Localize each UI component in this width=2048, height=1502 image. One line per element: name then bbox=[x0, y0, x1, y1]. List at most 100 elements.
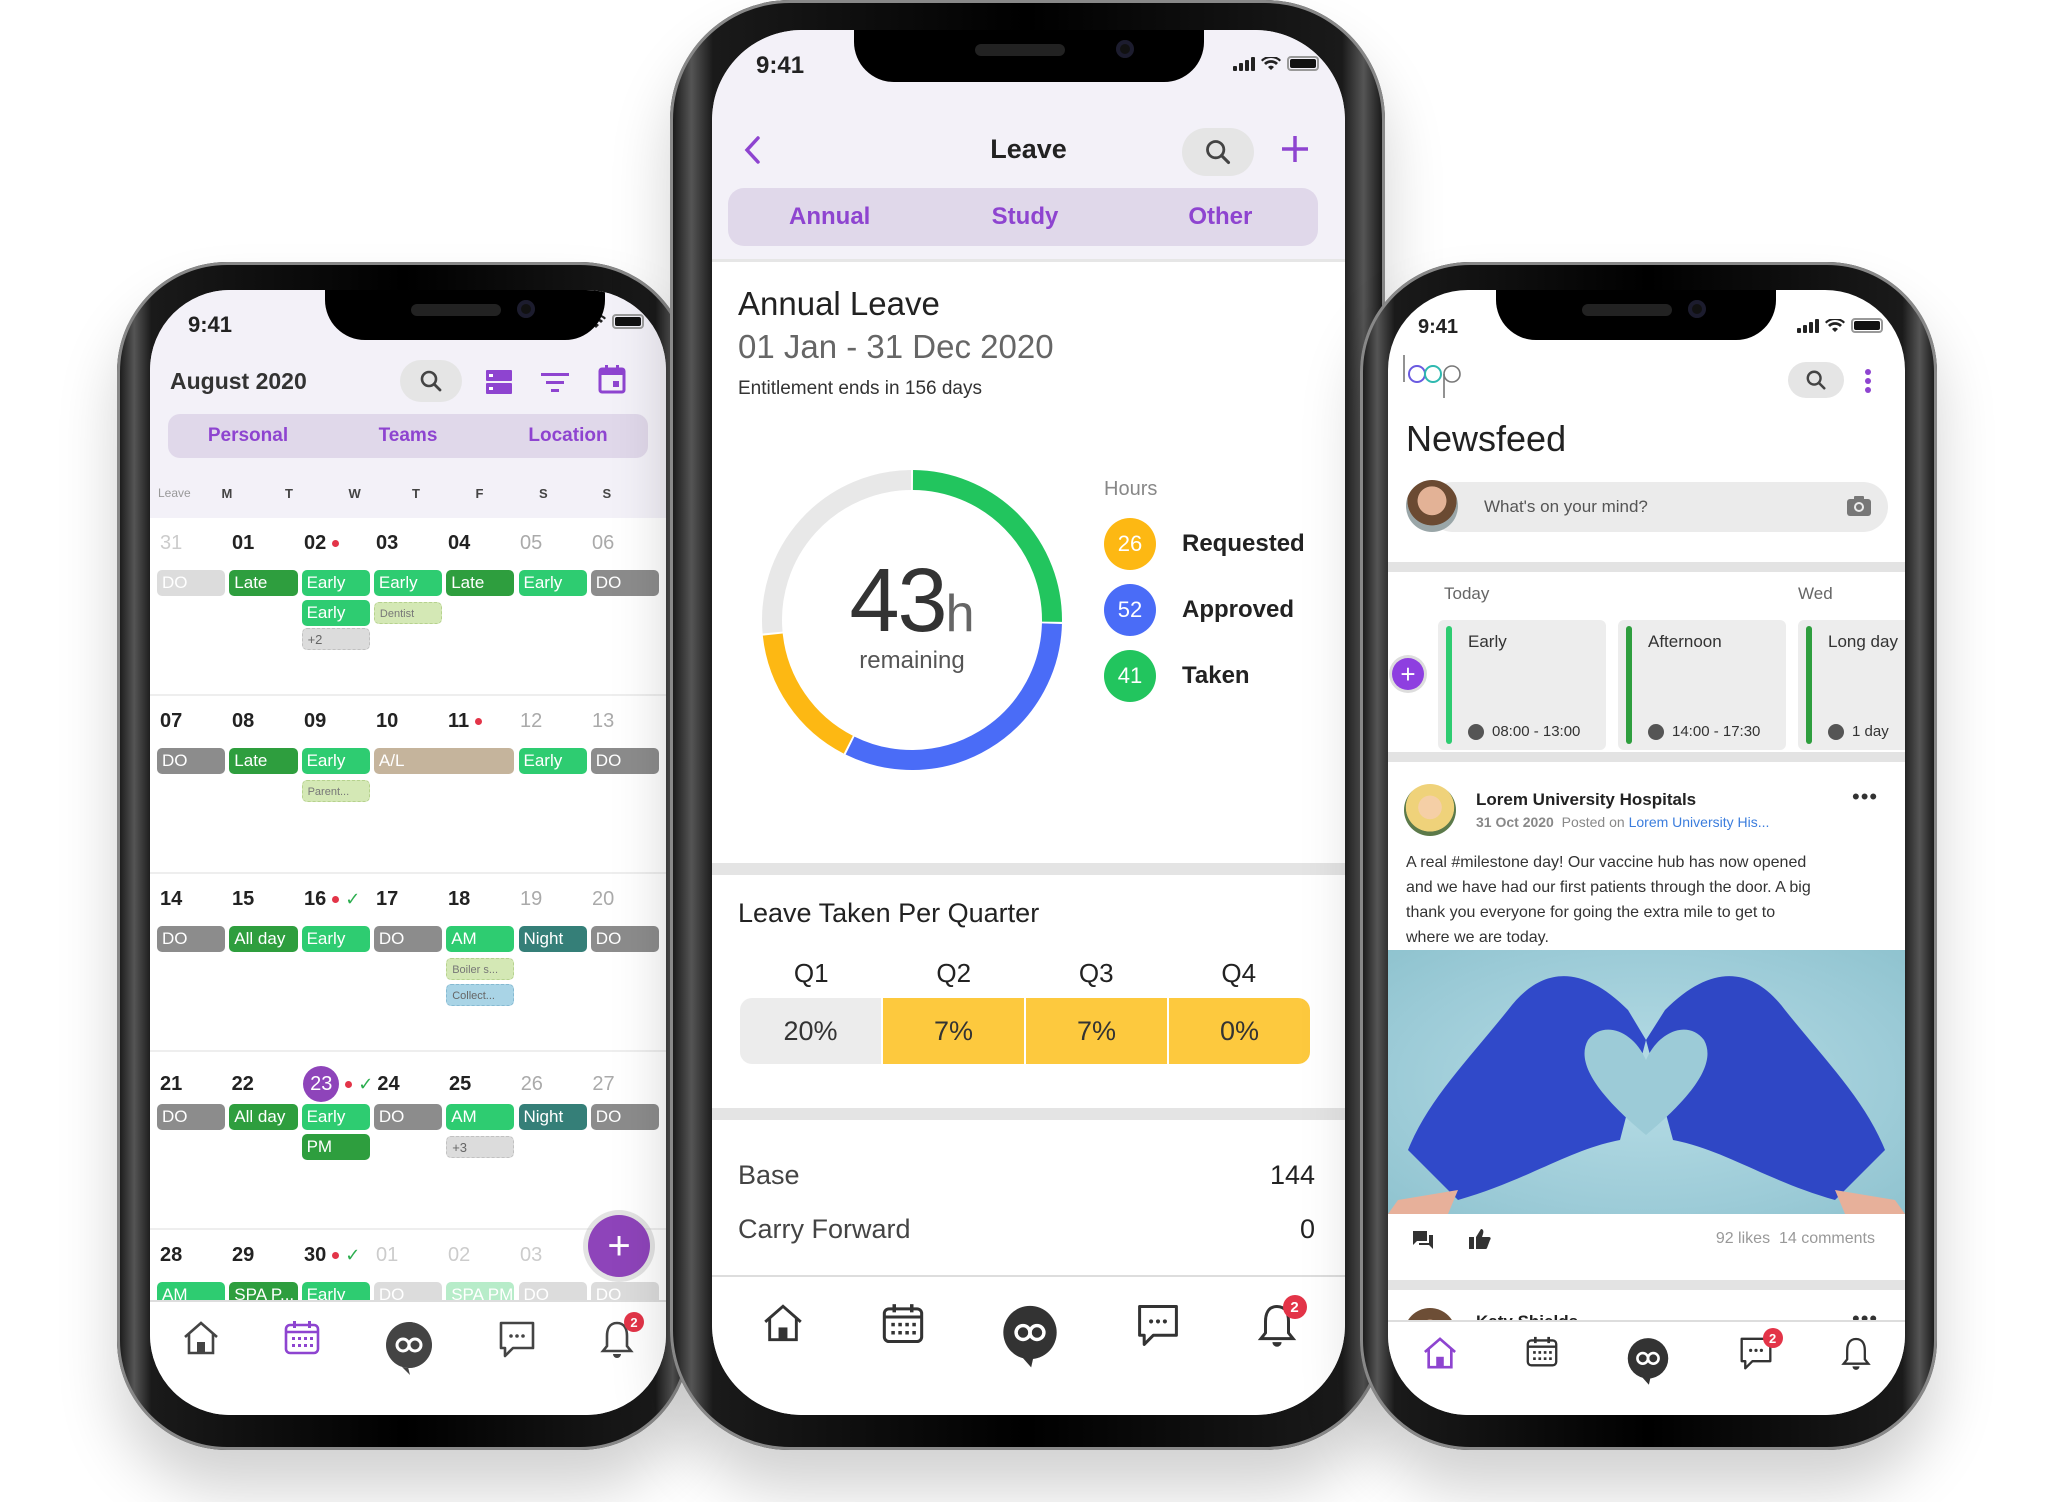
shift-chip[interactable]: Collect... bbox=[446, 984, 515, 1006]
shift-chip[interactable]: Night bbox=[518, 1104, 587, 1130]
day-cell[interactable]: 26 bbox=[517, 1066, 589, 1102]
shift-chip[interactable]: DO bbox=[157, 570, 226, 596]
day-cell[interactable]: 19 bbox=[516, 888, 588, 911]
shift-chip[interactable]: AM bbox=[446, 926, 515, 952]
day-cell[interactable]: 27 bbox=[588, 1066, 660, 1102]
tab-other[interactable]: Other bbox=[1123, 188, 1318, 246]
tab-notifications[interactable] bbox=[1841, 1336, 1871, 1372]
shift-chip[interactable]: Early bbox=[301, 570, 370, 596]
day-cell[interactable]: 14 bbox=[156, 888, 228, 911]
shift-chip[interactable]: DO bbox=[157, 1104, 226, 1130]
day-cell[interactable]: 29 bbox=[228, 1244, 300, 1267]
shift-chip[interactable]: Early bbox=[301, 600, 370, 626]
day-cell[interactable]: 16 ✓ bbox=[300, 888, 372, 911]
shift-chip[interactable]: Boiler s... bbox=[446, 958, 515, 980]
shift-chip[interactable]: DO bbox=[373, 1104, 443, 1130]
tab-location[interactable]: Location bbox=[488, 414, 648, 458]
day-cell[interactable]: 18 bbox=[444, 888, 516, 911]
tab-calendar[interactable] bbox=[882, 1303, 924, 1345]
shift-chip[interactable]: DO bbox=[590, 926, 660, 952]
tab-home[interactable] bbox=[1422, 1336, 1458, 1370]
shift-chip[interactable]: Parent... bbox=[301, 780, 370, 802]
day-cell[interactable]: 03 bbox=[372, 532, 444, 555]
day-cell[interactable]: 31 bbox=[156, 532, 228, 555]
tab-messages[interactable] bbox=[498, 1320, 536, 1360]
shift-chip[interactable]: +2 bbox=[301, 628, 370, 650]
like-button[interactable] bbox=[1468, 1228, 1492, 1255]
shift-chip[interactable]: All day bbox=[229, 1104, 298, 1130]
list-view-button[interactable] bbox=[485, 368, 513, 401]
shift-chip[interactable]: PM bbox=[301, 1134, 370, 1160]
day-cell[interactable]: 15 bbox=[228, 888, 300, 911]
shift-chip[interactable]: +3 bbox=[446, 1136, 515, 1158]
day-cell[interactable]: 17 bbox=[372, 888, 444, 911]
day-cell[interactable]: 01 bbox=[228, 532, 300, 555]
search-button[interactable] bbox=[400, 360, 462, 402]
shift-chip[interactable]: Late bbox=[446, 570, 515, 596]
tab-loop[interactable] bbox=[384, 1320, 434, 1376]
day-cell[interactable]: 02 bbox=[300, 532, 372, 555]
tab-notifications[interactable]: 2 bbox=[600, 1312, 644, 1360]
tab-home[interactable] bbox=[761, 1303, 805, 1343]
shift-chip[interactable]: DO bbox=[157, 926, 226, 952]
camera-icon[interactable] bbox=[1846, 495, 1872, 517]
posted-on-link[interactable]: Lorem University His... bbox=[1629, 814, 1770, 830]
day-cell[interactable]: 03 bbox=[516, 1244, 588, 1267]
shift-card[interactable]: Afternoon 14:00 - 17:30 bbox=[1618, 620, 1786, 750]
shift-chip[interactable]: Early bbox=[301, 748, 370, 774]
tab-study[interactable]: Study bbox=[927, 188, 1122, 246]
tab-notifications[interactable]: 2 bbox=[1257, 1295, 1307, 1349]
today-button[interactable] bbox=[598, 364, 626, 399]
shift-chip[interactable]: Early bbox=[518, 570, 587, 596]
tab-loop[interactable] bbox=[1626, 1336, 1670, 1386]
shift-chip[interactable]: AM bbox=[446, 1104, 515, 1130]
tab-annual[interactable]: Annual bbox=[732, 192, 927, 242]
post-options-button[interactable]: ••• bbox=[1852, 784, 1878, 810]
shift-chip[interactable]: Early bbox=[373, 570, 443, 596]
filter-button[interactable] bbox=[540, 370, 570, 399]
day-cell[interactable]: 25 bbox=[445, 1066, 517, 1102]
day-cell[interactable]: 20 bbox=[588, 888, 660, 911]
post-image[interactable] bbox=[1388, 950, 1905, 1214]
search-button[interactable] bbox=[1788, 362, 1844, 398]
day-cell[interactable]: 01 bbox=[372, 1244, 444, 1267]
tab-calendar[interactable] bbox=[1526, 1336, 1558, 1368]
comments-count[interactable]: 14 comments bbox=[1779, 1230, 1875, 1247]
post-author[interactable]: Lorem University Hospitals bbox=[1476, 790, 1696, 810]
day-cell[interactable]: 24 bbox=[373, 1066, 445, 1102]
shift-chip[interactable]: Late bbox=[229, 748, 298, 774]
day-cell[interactable]: 22 bbox=[228, 1066, 300, 1102]
likes-count[interactable]: 92 likes bbox=[1716, 1230, 1770, 1247]
shift-chip[interactable]: A/L bbox=[373, 748, 515, 774]
tab-messages[interactable]: 2 bbox=[1739, 1328, 1783, 1372]
shift-chip[interactable]: Night bbox=[518, 926, 587, 952]
more-menu-button[interactable] bbox=[1864, 368, 1872, 399]
shift-card[interactable]: Long day 1 day bbox=[1798, 620, 1905, 750]
search-button[interactable] bbox=[1182, 128, 1254, 176]
tab-messages[interactable] bbox=[1136, 1303, 1180, 1349]
tab-teams[interactable]: Teams bbox=[328, 414, 488, 458]
day-cell[interactable]: 21 bbox=[156, 1066, 228, 1102]
day-cell[interactable]: 23 ✓ bbox=[299, 1066, 373, 1102]
add-leave-button[interactable] bbox=[1280, 134, 1310, 169]
shift-chip[interactable]: All day bbox=[229, 926, 298, 952]
tab-calendar[interactable] bbox=[284, 1320, 320, 1356]
add-shift-button[interactable]: + bbox=[588, 1215, 650, 1277]
composer-input[interactable]: What's on your mind? bbox=[1428, 482, 1888, 532]
shift-chip[interactable]: DO bbox=[590, 1104, 660, 1130]
day-cell[interactable]: 10 bbox=[372, 710, 444, 733]
shift-card[interactable]: Early 08:00 - 13:00 bbox=[1438, 620, 1606, 750]
day-cell[interactable]: 07 bbox=[156, 710, 228, 733]
day-cell[interactable]: 08 bbox=[228, 710, 300, 733]
shift-chip[interactable]: DO bbox=[373, 926, 443, 952]
day-cell[interactable]: 13 bbox=[588, 710, 660, 733]
add-shift-button[interactable]: + bbox=[1392, 658, 1424, 690]
day-cell[interactable]: 12 bbox=[516, 710, 588, 733]
shift-chip[interactable]: DO bbox=[590, 748, 660, 774]
user-avatar[interactable] bbox=[1406, 480, 1458, 532]
day-cell[interactable]: 30 ✓ bbox=[300, 1244, 372, 1267]
day-cell[interactable]: 04 bbox=[444, 532, 516, 555]
post-author-avatar[interactable] bbox=[1404, 784, 1456, 836]
shift-chip[interactable]: Early bbox=[301, 1104, 370, 1130]
day-cell[interactable]: 02 bbox=[444, 1244, 516, 1267]
